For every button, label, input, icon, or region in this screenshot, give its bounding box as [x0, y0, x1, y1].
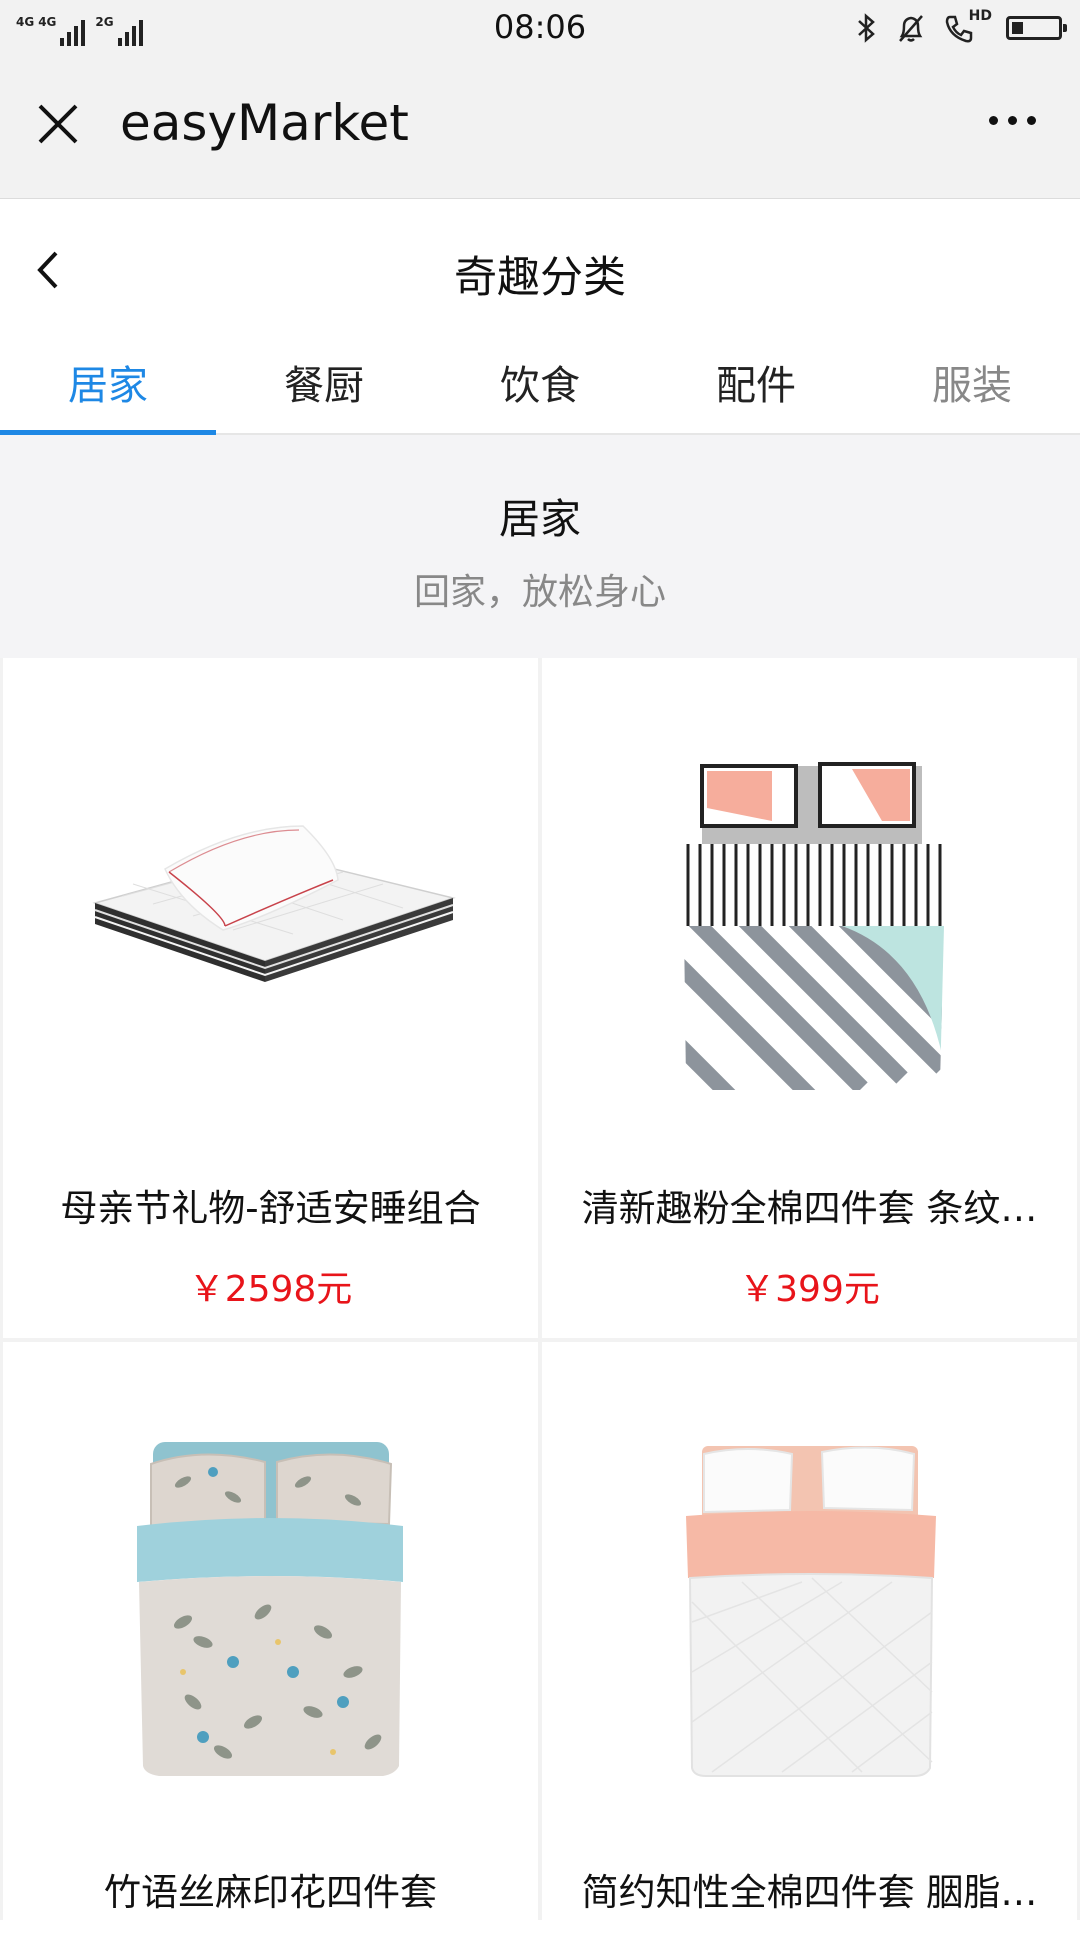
hd-call-icon: HD [944, 8, 992, 44]
page-title: 奇趣分类 [454, 253, 626, 303]
tab-accessories[interactable]: 配件 [648, 339, 864, 433]
bluetooth-icon [858, 13, 875, 43]
product-image-mattress [92, 825, 456, 982]
close-icon[interactable] [36, 102, 80, 146]
product-card[interactable]: 母亲节礼物-舒适安睡组合 ￥2598元 [3, 658, 538, 1338]
product-card[interactable]: 清新趣粉全棉四件套 条纹… ￥399元 [542, 658, 1077, 1338]
category-tabs: 居家 餐厨 饮食 配件 服装 [0, 339, 1080, 435]
tab-food[interactable]: 饮食 [432, 339, 648, 433]
app-title: easyMarket [120, 94, 409, 152]
category-banner: 居家 回家，放松身心 [0, 435, 1080, 658]
battery-icon [1006, 16, 1067, 40]
product-card[interactable]: 竹语丝麻印花四件套 [3, 1342, 538, 1942]
product-name: 清新趣粉全棉四件套 条纹… [581, 1187, 1038, 1230]
tab-clothing[interactable]: 服装 [864, 339, 1080, 433]
product-grid: 母亲节礼物-舒适安睡组合 ￥2598元 清新趣粉全棉四件套 条纹… ￥399元 … [0, 658, 1080, 1942]
battery-fill [1012, 22, 1023, 34]
more-options-icon[interactable] [989, 116, 1036, 125]
product-price: ￥399元 [739, 1269, 880, 1310]
mute-bell-icon [899, 15, 923, 42]
product-name: 竹语丝麻印花四件套 [104, 1871, 437, 1914]
page-header: 奇趣分类 [0, 199, 1080, 339]
tab-home[interactable]: 居家 [0, 339, 216, 435]
product-image-pink-bedding [686, 1446, 936, 1777]
hd-label: HD [968, 8, 992, 24]
app-header: easyMarket [0, 58, 1080, 199]
product-image-floral-bedding [137, 1442, 403, 1776]
status-icons: HD [856, 8, 1067, 44]
tab-kitchen[interactable]: 餐厨 [216, 339, 432, 433]
category-name: 居家 [499, 495, 581, 543]
product-card[interactable]: 简约知性全棉四件套 胭脂… [542, 1342, 1077, 1942]
category-description: 回家，放松身心 [413, 572, 666, 613]
status-bar: 4G 4G 2G 08:06 HD [0, 0, 1080, 58]
product-image-striped-bedding [680, 762, 948, 1090]
product-name: 母亲节礼物-舒适安睡组合 [60, 1187, 481, 1230]
product-price: ￥2598元 [188, 1269, 353, 1310]
product-name: 简约知性全棉四件套 胭脂… [581, 1871, 1038, 1914]
